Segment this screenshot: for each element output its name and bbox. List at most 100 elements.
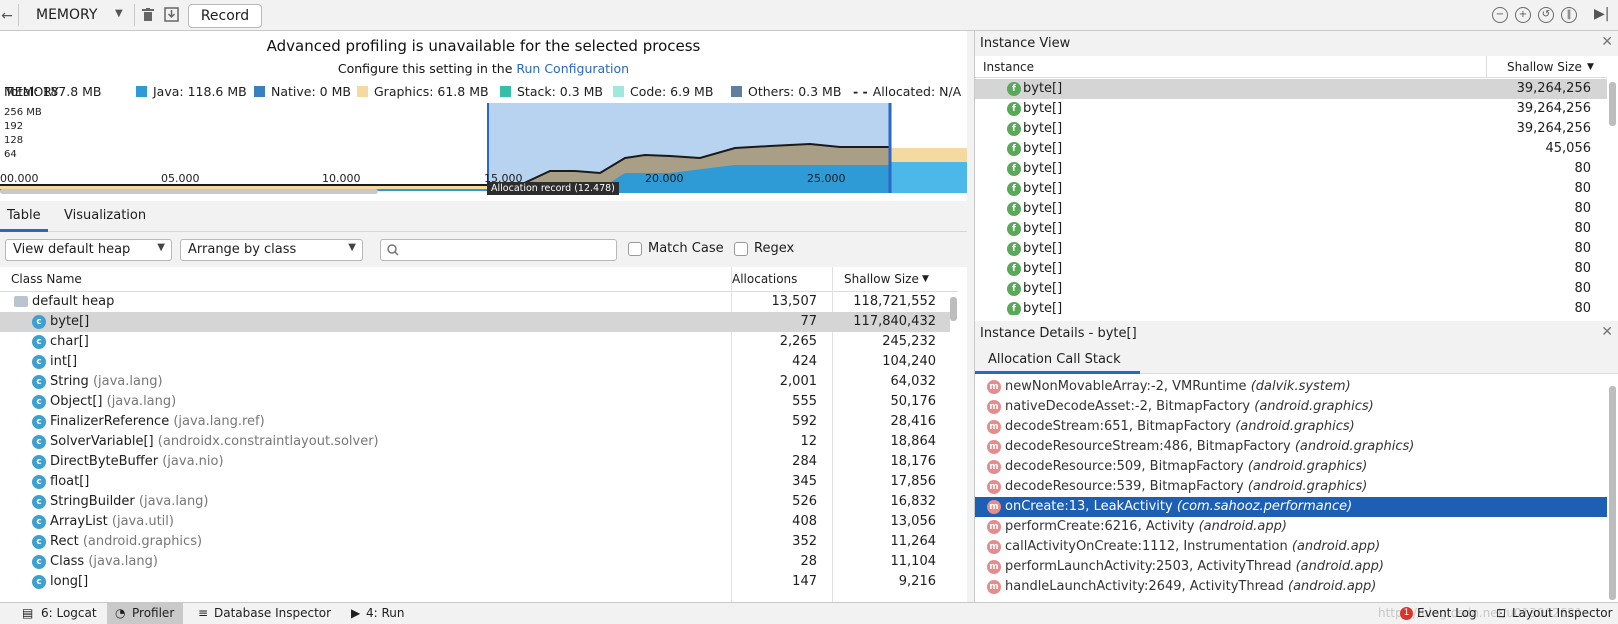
heap-dump-icon[interactable] bbox=[164, 7, 179, 22]
timeline-scrollbar[interactable] bbox=[0, 189, 378, 194]
instance-row[interactable]: f byte[] 39,264,256 bbox=[975, 119, 1607, 139]
layout-inspector-button[interactable]: Layout Inspector bbox=[1512, 606, 1613, 620]
shallow-size: 13,056 bbox=[890, 514, 937, 529]
instance-row[interactable]: f byte[] 80 bbox=[975, 239, 1607, 259]
instance-row[interactable]: f byte[] 80 bbox=[975, 179, 1607, 199]
sort-desc-icon[interactable]: ▼ bbox=[922, 274, 929, 284]
run-tool-button[interactable]: 4: Run bbox=[366, 606, 405, 620]
legend-code: Code: 6.9 MB bbox=[613, 84, 713, 99]
layout-inspector-icon: ⊡ bbox=[1496, 606, 1507, 620]
chevron-down-icon[interactable]: ▼ bbox=[115, 8, 123, 19]
close-icon[interactable]: ✕ bbox=[1601, 34, 1613, 50]
call-stack-frame[interactable]: m nativeDecodeAsset:-2, BitmapFactory (an… bbox=[975, 397, 1607, 417]
table-row[interactable]: c byte[] 77 117,840,432 bbox=[0, 312, 950, 332]
call-stack-frame[interactable]: m newNonMovableArray:-2, VMRuntime (dalvi… bbox=[975, 377, 1607, 397]
process-selector[interactable]: MEMORY bbox=[36, 7, 97, 23]
profiler-tool-button[interactable]: Profiler bbox=[132, 606, 174, 620]
allocation-count: 147 bbox=[792, 574, 817, 589]
table-row[interactable]: c Class (java.lang) 28 11,104 bbox=[0, 552, 950, 572]
instance-row[interactable]: f byte[] 80 bbox=[975, 279, 1607, 299]
event-log-button[interactable]: Event Log bbox=[1417, 606, 1477, 620]
heap-dropdown[interactable]: View default heap ▼ bbox=[5, 239, 172, 261]
x-tick: 10.000 bbox=[322, 172, 361, 185]
match-case-checkbox[interactable] bbox=[628, 242, 642, 256]
profiler-icon: ◔ bbox=[115, 606, 126, 620]
close-icon[interactable]: ✕ bbox=[1601, 324, 1613, 340]
class-icon: c bbox=[32, 495, 46, 509]
table-row[interactable]: c DirectByteBuffer (java.nio) 284 18,176 bbox=[0, 452, 950, 472]
col-class-name[interactable]: Class Name bbox=[11, 272, 82, 286]
table-row[interactable]: c ArrayList (java.util) 408 13,056 bbox=[0, 512, 950, 532]
col-instance-size[interactable]: Shallow Size bbox=[1507, 60, 1582, 74]
record-button[interactable]: Record bbox=[188, 4, 262, 28]
instance-row[interactable]: f byte[] 80 bbox=[975, 159, 1607, 179]
call-stack-frame[interactable]: m decodeResource:509, BitmapFactory (andr… bbox=[975, 457, 1607, 477]
instance-row[interactable]: f byte[] 80 bbox=[975, 219, 1607, 239]
zoom-out-icon[interactable]: − bbox=[1492, 7, 1508, 23]
trash-icon[interactable] bbox=[142, 8, 154, 22]
y-tick: 128 bbox=[4, 135, 24, 146]
method-icon: m bbox=[987, 400, 1001, 414]
zoom-in-icon[interactable]: + bbox=[1515, 7, 1531, 23]
table-scrollbar[interactable] bbox=[950, 297, 957, 321]
instance-details-header: Instance Details - byte[] ✕ bbox=[975, 321, 1618, 346]
call-stack-frame[interactable]: m callActivityOnCreate:1112, Instrumentat… bbox=[975, 537, 1607, 557]
method-icon: m bbox=[987, 580, 1001, 594]
table-row[interactable]: c Object[] (java.lang) 555 50,176 bbox=[0, 392, 950, 412]
regex-checkbox[interactable] bbox=[734, 242, 748, 256]
instance-scrollbar[interactable] bbox=[1609, 82, 1616, 126]
call-stack-frame[interactable]: m performCreate:6216, Activity (android.a… bbox=[975, 517, 1607, 537]
logcat-tool-button[interactable]: 6: Logcat bbox=[41, 606, 97, 620]
instance-icon: f bbox=[1007, 282, 1021, 296]
instance-row[interactable]: f byte[] 80 bbox=[975, 199, 1607, 219]
instance-name: byte[] bbox=[1023, 261, 1063, 276]
call-stack-frame[interactable]: m performLaunchActivity:2503, ActivityThr… bbox=[975, 557, 1607, 577]
instance-table-header: Instance Shallow Size ▼ bbox=[975, 56, 1607, 78]
heap-row[interactable]: default heap 13,507 118,721,552 bbox=[0, 292, 950, 312]
table-row[interactable]: c float[] 345 17,856 bbox=[0, 472, 950, 492]
search-input[interactable] bbox=[380, 239, 617, 261]
details-tabs: Allocation Call Stack bbox=[975, 346, 1618, 374]
call-stack-frame[interactable]: m decodeResource:539, BitmapFactory (andr… bbox=[975, 477, 1607, 497]
java-swatch bbox=[136, 86, 147, 97]
table-row[interactable]: c char[] 2,265 245,232 bbox=[0, 332, 950, 352]
instance-icon: f bbox=[1007, 262, 1021, 276]
col-allocations[interactable]: Allocations bbox=[732, 272, 797, 286]
instance-name: byte[] bbox=[1023, 81, 1063, 96]
table-row[interactable]: c int[] 424 104,240 bbox=[0, 352, 950, 372]
table-row[interactable]: c FinalizerReference (java.lang.ref) 592 28… bbox=[0, 412, 950, 432]
call-stack-frame[interactable]: m decodeStream:651, BitmapFactory (androi… bbox=[975, 417, 1607, 437]
table-row[interactable]: c SolverVariable[] (androidx.constraintla… bbox=[0, 432, 950, 452]
table-row[interactable]: c String (java.lang) 2,001 64,032 bbox=[0, 372, 950, 392]
col-shallow-size[interactable]: Shallow Size bbox=[844, 272, 919, 286]
instance-row[interactable]: f byte[] 80 bbox=[975, 299, 1607, 315]
back-arrow-icon[interactable]: ← bbox=[0, 6, 14, 26]
call-stack-frame[interactable]: m onCreate:13, LeakActivity (com.sahooz.p… bbox=[975, 497, 1607, 517]
call-stack-scrollbar[interactable] bbox=[1609, 386, 1616, 600]
table-row[interactable]: c Rect (android.graphics) 352 11,264 bbox=[0, 532, 950, 552]
instance-row[interactable]: f byte[] 39,264,256 bbox=[975, 79, 1607, 99]
table-row[interactable]: c StringBuilder (java.lang) 526 16,832 bbox=[0, 492, 950, 512]
run-configuration-link[interactable]: Run Configuration bbox=[516, 61, 629, 76]
reset-zoom-icon[interactable]: ↺ bbox=[1538, 7, 1554, 23]
tab-allocation-call-stack[interactable]: Allocation Call Stack bbox=[988, 352, 1121, 367]
database-inspector-button[interactable]: Database Inspector bbox=[214, 606, 331, 620]
instance-size: 80 bbox=[1574, 281, 1591, 296]
arrange-dropdown[interactable]: Arrange by class ▼ bbox=[180, 239, 363, 261]
tab-table[interactable]: Table bbox=[7, 208, 41, 223]
instance-row[interactable]: f byte[] 45,056 bbox=[975, 139, 1607, 159]
call-stack-frame[interactable]: m decodeResourceStream:486, BitmapFactory… bbox=[975, 437, 1607, 457]
instance-row[interactable]: f byte[] 39,264,256 bbox=[975, 99, 1607, 119]
pause-icon[interactable]: ‖ bbox=[1561, 7, 1577, 23]
method-icon: m bbox=[987, 500, 1001, 514]
call-stack-frame[interactable]: m handleLaunchActivity:2649, ActivityThre… bbox=[975, 577, 1607, 597]
go-live-icon[interactable]: ▶| bbox=[1594, 6, 1609, 22]
table-row[interactable]: c long[] 147 9,216 bbox=[0, 572, 950, 592]
method-icon: m bbox=[987, 380, 1001, 394]
instance-row[interactable]: f byte[] 80 bbox=[975, 259, 1607, 279]
sort-desc-icon[interactable]: ▼ bbox=[1587, 62, 1594, 72]
tab-visualization[interactable]: Visualization bbox=[64, 208, 146, 223]
instance-icon: f bbox=[1007, 302, 1021, 315]
col-instance[interactable]: Instance bbox=[983, 60, 1034, 74]
instance-size: 80 bbox=[1574, 241, 1591, 256]
